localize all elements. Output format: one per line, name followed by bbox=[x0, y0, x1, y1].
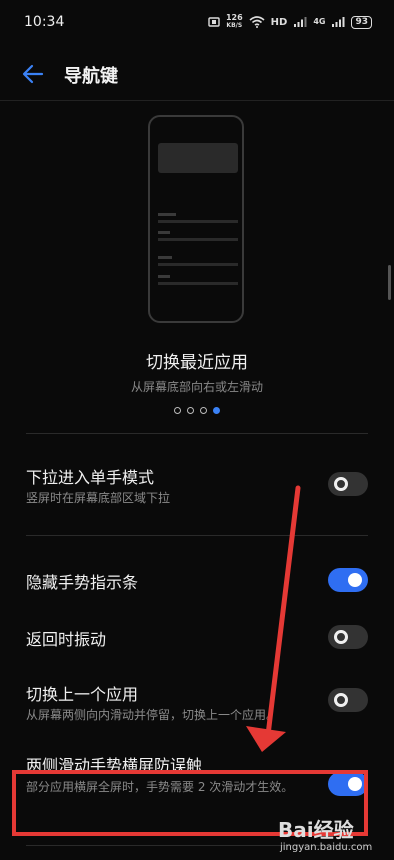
phone-illustration-line bbox=[158, 238, 238, 241]
status-bar: 10:34 126 KB/S HD 4G 93 bbox=[0, 0, 394, 44]
toggle-knob bbox=[348, 573, 362, 587]
network-speed-unit: KB/S bbox=[226, 22, 243, 29]
gesture-subtitle: 从屏幕底部向右或左滑动 bbox=[130, 380, 263, 394]
phone-illustration-line bbox=[158, 220, 238, 223]
toggle-knob bbox=[334, 477, 348, 491]
section-divider bbox=[26, 433, 368, 434]
battery-icon: 93 bbox=[351, 15, 372, 29]
setting-one-handed-mode-title: 下拉进入单手模式 bbox=[26, 468, 155, 487]
phone-illustration bbox=[148, 115, 244, 323]
phone-illustration-line bbox=[158, 263, 238, 266]
hd-label: HD bbox=[270, 16, 288, 28]
setting-vibrate-on-back-title: 返回时振动 bbox=[26, 630, 107, 649]
signal-icon bbox=[294, 17, 307, 27]
phone-illustration-line bbox=[158, 213, 176, 216]
nfc-icon bbox=[208, 17, 220, 27]
setting-switch-prev-app-toggle[interactable] bbox=[328, 688, 368, 712]
setting-one-handed-mode-desc: 竖屏时在屏幕底部区域下拉 bbox=[26, 491, 171, 505]
setting-vibrate-on-back-toggle[interactable] bbox=[328, 625, 368, 649]
phone-illustration-line bbox=[158, 275, 170, 278]
network-speed-value: 126 bbox=[225, 13, 243, 22]
wifi-icon bbox=[249, 16, 265, 28]
section-divider bbox=[26, 535, 368, 536]
network-speed: 126 KB/S bbox=[226, 14, 243, 30]
toggle-knob bbox=[334, 630, 348, 644]
scroll-indicator[interactable] bbox=[388, 265, 391, 300]
phone-illustration-line bbox=[158, 231, 170, 234]
status-time: 10:34 bbox=[24, 14, 65, 30]
gesture-title: 切换最近应用 bbox=[146, 353, 248, 373]
page-dot[interactable] bbox=[213, 407, 220, 414]
setting-one-handed-mode-toggle[interactable] bbox=[328, 472, 368, 496]
status-icons: 126 KB/S HD 4G 93 bbox=[208, 12, 372, 32]
signal-icon-2 bbox=[332, 17, 345, 27]
setting-hide-gesture-bar-title: 隐藏手势指示条 bbox=[26, 573, 139, 592]
toggle-knob bbox=[334, 693, 348, 707]
setting-switch-prev-app-desc: 从屏幕两侧向内滑动并停留，切换上一个应用。 bbox=[26, 708, 279, 722]
phone-illustration-card bbox=[158, 143, 238, 173]
phone-illustration-line bbox=[158, 282, 238, 285]
network-gen: 4G bbox=[313, 17, 326, 26]
watermark-brand: Bai经验 bbox=[278, 818, 354, 842]
page-title: 导航键 bbox=[64, 66, 118, 87]
watermark-url: jingyan.baidu.com bbox=[280, 842, 373, 853]
page-dot[interactable] bbox=[187, 407, 194, 414]
setting-hide-gesture-bar-toggle[interactable] bbox=[328, 568, 368, 592]
back-arrow-icon[interactable] bbox=[20, 61, 46, 87]
page-dot[interactable] bbox=[174, 407, 181, 414]
header-divider bbox=[0, 100, 394, 101]
phone-illustration-line bbox=[158, 256, 172, 259]
page-indicator bbox=[0, 407, 394, 414]
watermark: Bai经验 jingyan.baidu.com bbox=[270, 808, 390, 858]
page-dot[interactable] bbox=[200, 407, 207, 414]
setting-switch-prev-app-title: 切换上一个应用 bbox=[26, 685, 139, 704]
